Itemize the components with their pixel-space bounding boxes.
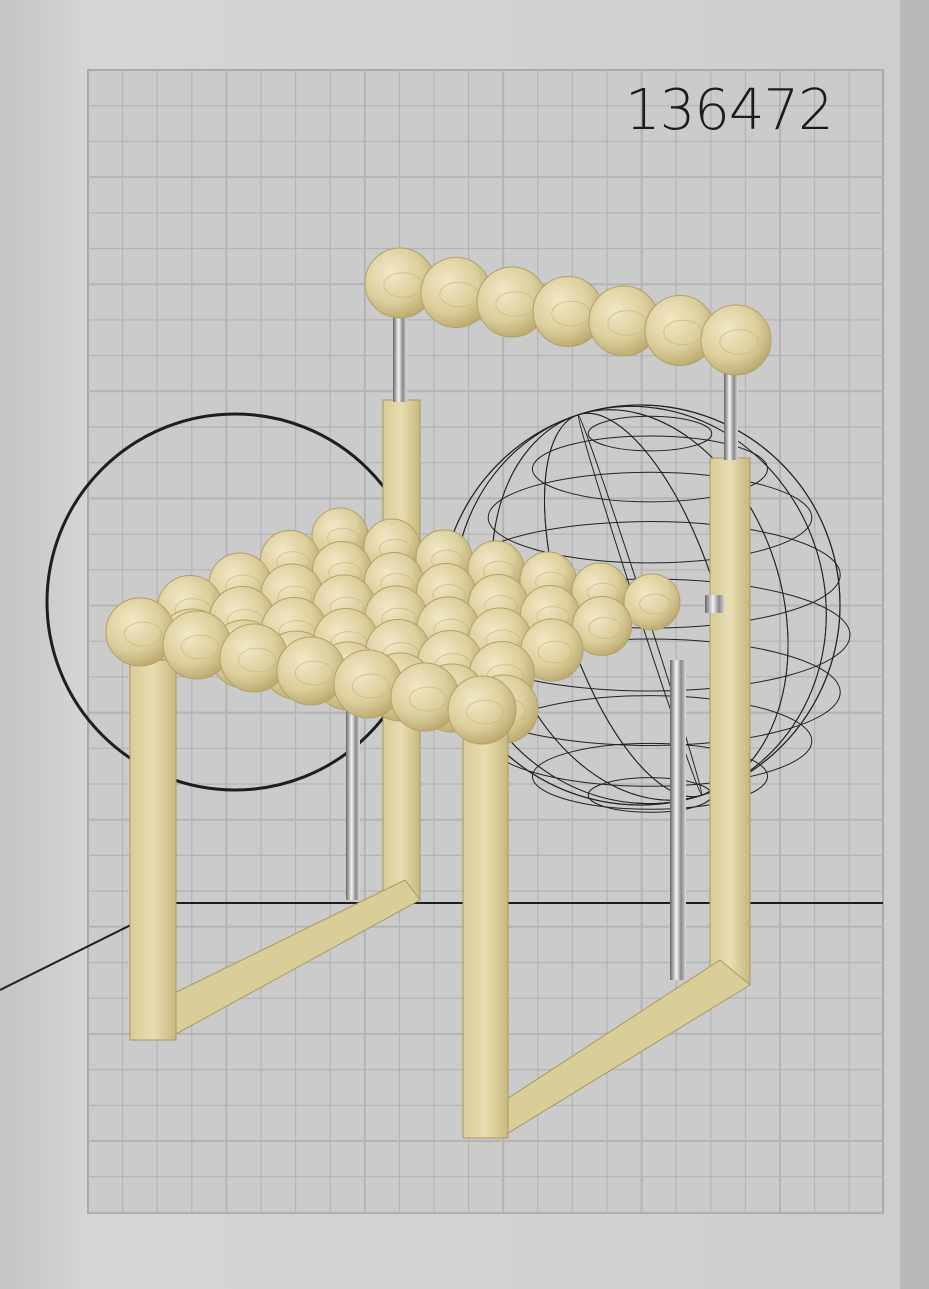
seat-ball: [162, 610, 232, 680]
front-left-leg: [129, 659, 177, 1041]
seat-ball: [219, 623, 289, 693]
chair-render: [0, 0, 929, 1289]
seat-ball: [276, 636, 346, 706]
poster-code: 136472: [625, 78, 834, 143]
seat-ball: [623, 573, 681, 631]
chrome-rod: [670, 660, 686, 980]
back-right-post: [709, 457, 751, 986]
chrome-rod: [705, 595, 725, 613]
chrome-rod: [393, 318, 407, 402]
seat-ball: [390, 662, 460, 732]
page-edge: [900, 0, 929, 1289]
seat-ball: [105, 597, 175, 667]
seat-ball: [333, 649, 403, 719]
chrome-rod: [346, 700, 360, 900]
backrest-ball: [700, 304, 772, 376]
seat-ball: [447, 675, 517, 745]
front-right-leg: [462, 711, 509, 1139]
chrome-rod: [724, 372, 738, 460]
